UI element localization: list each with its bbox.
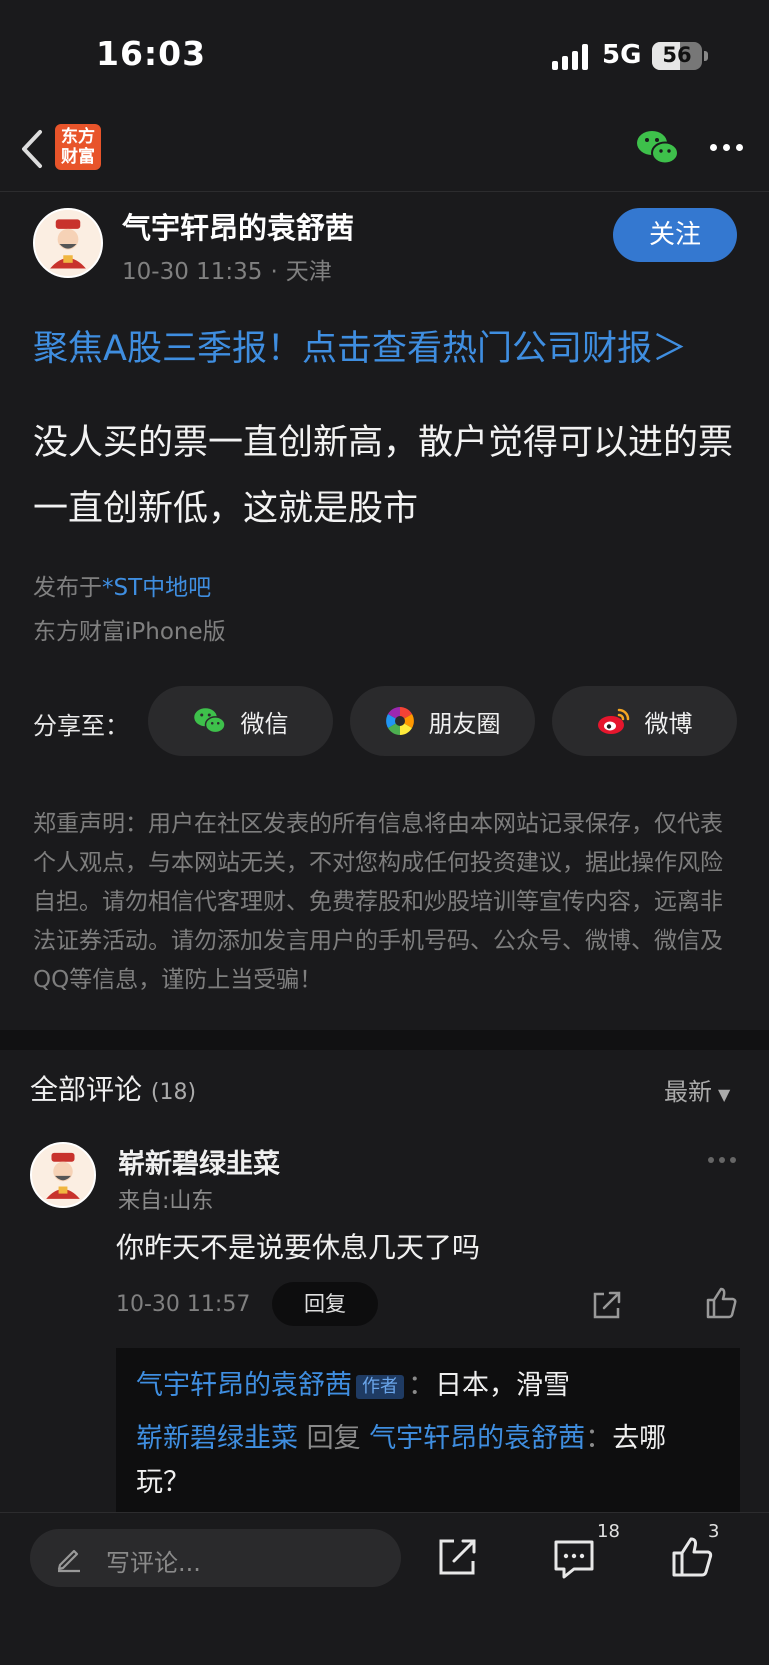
section-divider [0, 1030, 769, 1050]
post-date: 10-30 11:35 [122, 259, 263, 285]
moments-icon [385, 707, 414, 735]
post-device: 东方财富iPhone版 [33, 619, 226, 645]
promo-link[interactable]: 聚焦A股三季报！点击查看热门公司财报＞ [33, 320, 687, 371]
wechat-icon [193, 708, 226, 734]
commenter-location: 来自:山东 [118, 1189, 214, 1214]
share-weibo-button[interactable]: 微博 [552, 686, 737, 756]
reply-button[interactable]: 回复 [272, 1282, 378, 1326]
stock-bar-link[interactable]: *ST中地吧 [102, 575, 211, 601]
battery-icon: 56 [652, 42, 702, 70]
more-options-icon[interactable] [710, 144, 743, 151]
signal-icon [552, 44, 588, 70]
comments-count: (18) [150, 1080, 197, 1105]
follow-button[interactable]: 关注 [613, 208, 737, 262]
reply-sep: ： [408, 1370, 435, 1401]
reply-item[interactable]: 气宇轩昂的袁舒茜 作者 ：日本，滑雪 [136, 1364, 720, 1408]
comment-time: 10-30 11:57 [116, 1292, 251, 1317]
comment-placeholder: 写评论... [106, 1549, 201, 1577]
status-bar: 16:03 5G 56 [0, 0, 769, 110]
commenter-avatar[interactable] [30, 1142, 96, 1208]
weibo-icon [597, 708, 629, 734]
reply-thread: 气宇轩昂的袁舒茜 作者 ：日本，滑雪 崭新碧绿韭菜 回复 气宇轩昂的袁舒茜：去哪玩？ [116, 1348, 740, 1518]
comment-icon[interactable] [552, 1537, 596, 1581]
comment-more-icon[interactable] [708, 1157, 736, 1163]
commenter-name[interactable]: 崭新碧绿韭菜 [118, 1142, 280, 1181]
share-wechat-button[interactable]: 微信 [148, 686, 333, 756]
author-avatar[interactable] [33, 208, 103, 278]
caret-down-icon: ▼ [718, 1085, 731, 1104]
reply-author[interactable]: 崭新碧绿韭菜 [136, 1423, 298, 1454]
posted-in: 发布于*ST中地吧 [33, 568, 211, 602]
share-label: 分享至： [33, 712, 129, 740]
disclaimer-text: 郑重声明：用户在社区发表的所有信息将由本网站记录保存，仅代表个人观点，与本网站无… [33, 811, 723, 993]
battery-cap [704, 51, 708, 61]
comments-title: 全部评论 [30, 1073, 143, 1106]
author-tag: 作者 [356, 1374, 404, 1399]
nav-bar: 东方 财富 [0, 110, 769, 192]
share-wechat-label: 微信 [240, 709, 289, 738]
author-meta: 10-30 11:35 · 天津 [122, 252, 332, 286]
network-type: 5G [602, 40, 642, 70]
reply-target[interactable]: 气宇轩昂的袁舒茜 [369, 1423, 585, 1454]
sort-label: 最新 [664, 1078, 712, 1106]
comments-header: 全部评论 (18) [30, 1068, 196, 1108]
posted-prefix: 发布于 [33, 575, 102, 601]
meta-dot: · [270, 259, 278, 285]
reply-item[interactable]: 崭新碧绿韭菜 回复 气宇轩昂的袁舒茜：去哪玩？ [136, 1417, 720, 1505]
pen-icon [57, 1549, 80, 1573]
wechat-share-icon[interactable] [636, 128, 680, 168]
eastmoney-logo[interactable]: 东方 财富 [55, 124, 101, 170]
sort-dropdown[interactable]: 最新 ▼ [664, 1072, 730, 1107]
share-weibo-label: 微博 [644, 709, 693, 738]
like-count-badge: 3 [708, 1521, 720, 1542]
reply-verb: 回复 [306, 1423, 361, 1454]
author-name[interactable]: 气宇轩昂的袁舒茜 [122, 205, 354, 247]
share-moments-label: 朋友圈 [428, 709, 501, 738]
comment-like-icon[interactable] [704, 1286, 738, 1320]
comment-text[interactable]: 你昨天不是说要休息几天了吗 [116, 1226, 480, 1266]
comment-share-icon[interactable] [590, 1288, 624, 1322]
reply-author[interactable]: 气宇轩昂的袁舒茜 [136, 1370, 352, 1401]
share-moments-button[interactable]: 朋友圈 [350, 686, 535, 756]
share-icon[interactable] [436, 1535, 480, 1579]
back-chevron-icon[interactable] [18, 126, 48, 172]
comment-count-badge: 18 [597, 1521, 620, 1542]
status-time: 16:03 [96, 34, 207, 73]
post-location: 天津 [285, 259, 332, 285]
reply-sep: ： [585, 1423, 613, 1454]
bottom-bar: 写评论... 18 3 [0, 1512, 769, 1665]
comment-input[interactable]: 写评论... [30, 1529, 401, 1587]
battery-level: 56 [662, 43, 692, 67]
reply-text: 日本，滑雪 [435, 1370, 570, 1401]
post-title: 没人买的票一直创新高，散户觉得可以进的票一直创新低，这就是股市 [33, 423, 734, 529]
